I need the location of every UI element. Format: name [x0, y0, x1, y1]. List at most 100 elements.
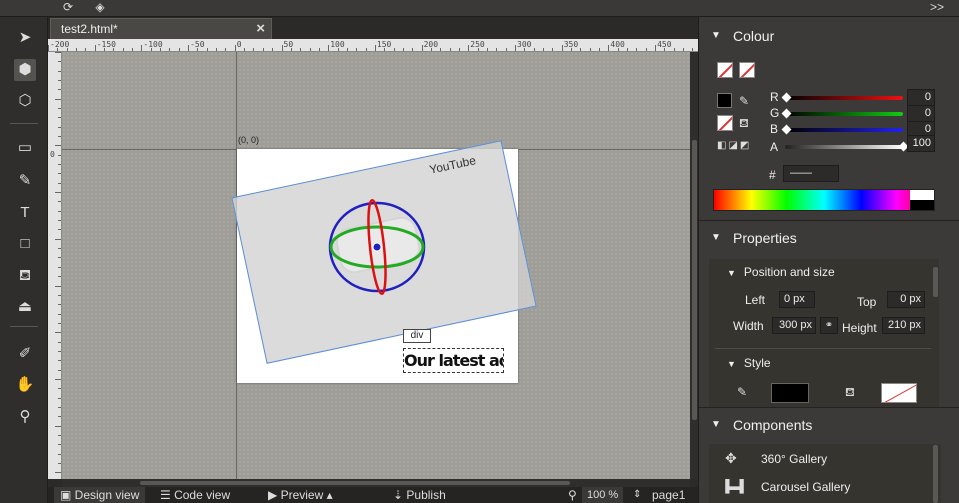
- red-label: R: [770, 90, 779, 104]
- publish-button[interactable]: ⇣ Publish: [393, 487, 446, 503]
- carousel-icon: ▐▬▌: [721, 479, 748, 493]
- preview-button[interactable]: ▶ Preview ▴: [268, 487, 333, 503]
- green-slider[interactable]: [785, 112, 903, 116]
- properties-title: Properties: [733, 230, 797, 246]
- white-swatch[interactable]: [910, 190, 934, 200]
- publish-icon: ⇣: [393, 488, 407, 502]
- preview-label: Preview: [280, 488, 324, 502]
- green-label: G: [770, 106, 780, 120]
- hex-input[interactable]: ——: [783, 165, 839, 182]
- colour-spectrum-picker[interactable]: [713, 189, 935, 211]
- height-input[interactable]: 210 px: [882, 317, 925, 334]
- tag-tool-icon[interactable]: ▭: [14, 137, 36, 159]
- component-item-360-gallery[interactable]: 360° Gallery: [761, 452, 827, 466]
- code-view-icon: ☰: [160, 488, 175, 502]
- fill-colour-swatch[interactable]: [717, 115, 733, 131]
- collapse-triangle-icon: ▼: [711, 419, 721, 430]
- blue-label: B: [770, 122, 779, 136]
- pencil-icon[interactable]: ✎: [739, 94, 749, 108]
- left-label: Left: [745, 293, 766, 307]
- pen-tool-icon[interactable]: ✎: [14, 170, 36, 192]
- rectangle-tool-icon[interactable]: □: [14, 233, 36, 255]
- vertical-scroll-thumb[interactable]: [692, 140, 697, 420]
- play-icon: ▶: [268, 488, 281, 502]
- page-selector[interactable]: page1: [652, 487, 685, 503]
- hex-label: #: [769, 168, 776, 182]
- document-tab[interactable]: test2.html* ×: [50, 18, 272, 39]
- collapse-triangle-icon: ▼: [711, 30, 721, 41]
- eyedropper-tool-icon[interactable]: ✐: [14, 343, 36, 365]
- top-toolbar: ⟳ ◈ >>: [0, 0, 959, 17]
- hand-tool-icon[interactable]: ✋: [14, 374, 36, 396]
- element-type-label: div: [403, 329, 431, 343]
- blue-slider[interactable]: [785, 128, 903, 132]
- left-input[interactable]: 0 px: [779, 291, 815, 308]
- top-input[interactable]: 0 px: [887, 291, 925, 308]
- red-slider[interactable]: [785, 96, 903, 100]
- alpha-slider[interactable]: [785, 145, 903, 149]
- swap-colours-icon[interactable]: ◧◪◩: [717, 140, 751, 151]
- properties-scroll-thumb[interactable]: [933, 267, 938, 297]
- components-scroll-thumb[interactable]: [933, 445, 938, 503]
- stroke-style-swatch[interactable]: [771, 383, 809, 403]
- link-aspect-icon[interactable]: ⚭: [820, 317, 838, 334]
- no-fill-slash: [882, 384, 916, 402]
- collapse-triangle-icon: ▼: [727, 359, 736, 369]
- cube-icon[interactable]: ◈: [90, 0, 110, 15]
- fill-bucket-icon[interactable]: ⛾: [14, 265, 36, 287]
- properties-panel: ▼ Colour ✎ ⛾ ◧◪◩ R 0 G 0 B 0 A 100 # —— ▼…: [698, 17, 959, 503]
- blue-slider-knob[interactable]: [781, 124, 792, 135]
- tool-palette: ➤ ⬢ ⬡ ▭ ✎ T □ ⛾ ⏏ ✐ ✋ ⚲: [0, 17, 48, 503]
- code-view-tab[interactable]: ☰ Code view: [160, 487, 230, 503]
- green-value-input[interactable]: 0: [907, 105, 935, 122]
- pencil-icon: ✎: [737, 385, 748, 399]
- properties-section-header[interactable]: ▼ Properties: [699, 220, 959, 256]
- stroke-none-swatch[interactable]: [739, 62, 755, 78]
- top-label: Top: [857, 295, 877, 309]
- alpha-value-input[interactable]: 100: [907, 135, 935, 152]
- fill-style-swatch[interactable]: [881, 383, 917, 403]
- zoom-stepper-icon[interactable]: ⇕: [633, 487, 641, 503]
- gallery-360-icon: ✥: [725, 450, 737, 466]
- components-section-header[interactable]: ▼ Components: [699, 407, 959, 443]
- paint-bucket-icon[interactable]: ⛾: [739, 116, 749, 132]
- horizontal-scroll-thumb[interactable]: [140, 481, 570, 485]
- width-input[interactable]: 300 px: [772, 317, 816, 334]
- stamp-tool-icon[interactable]: ⏏: [14, 296, 36, 318]
- red-slider-knob[interactable]: [781, 92, 792, 103]
- cube-tool-icon[interactable]: ⬡: [14, 90, 36, 112]
- pivot-point[interactable]: [372, 242, 382, 252]
- transform-3d-icon[interactable]: ⬢: [14, 59, 36, 81]
- expand-panels-button[interactable]: >>: [922, 0, 952, 15]
- colour-title: Colour: [733, 28, 775, 44]
- position-size-title: Position and size: [743, 265, 835, 279]
- green-slider-knob[interactable]: [781, 108, 792, 119]
- refresh-icon[interactable]: ⟳: [58, 0, 78, 15]
- style-header[interactable]: ▼ Style: [727, 356, 771, 370]
- position-size-header[interactable]: ▼ Position and size: [727, 265, 835, 279]
- fill-none-swatch[interactable]: [717, 62, 733, 78]
- text-tool-icon[interactable]: T: [14, 202, 36, 224]
- stroke-colour-swatch[interactable]: [717, 93, 732, 108]
- red-value-input[interactable]: 0: [907, 89, 935, 106]
- ad-text-element[interactable]: Our latest ad!: [403, 348, 504, 373]
- zoom-level[interactable]: 100 %: [582, 487, 624, 503]
- ruler-tick-label: 0: [50, 150, 55, 159]
- select-arrow-icon[interactable]: ➤: [14, 27, 36, 49]
- chevron-up-icon[interactable]: ▴: [323, 488, 333, 502]
- component-item-carousel-gallery[interactable]: Carousel Gallery: [761, 480, 850, 494]
- style-title: Style: [743, 356, 771, 370]
- components-title: Components: [733, 417, 813, 433]
- youtube-3d-graphic[interactable]: [320, 195, 440, 305]
- height-label: Height: [842, 321, 877, 335]
- paint-bucket-icon: ⛾: [845, 385, 855, 399]
- code-view-label: Code view: [174, 488, 231, 502]
- design-view-tab[interactable]: ▣ Design view: [54, 487, 146, 503]
- black-swatch[interactable]: [910, 200, 934, 210]
- colour-section-header[interactable]: ▼ Colour: [699, 18, 959, 54]
- close-icon[interactable]: ×: [256, 20, 265, 37]
- zoom-tool-icon[interactable]: ⚲: [14, 406, 36, 428]
- status-bar: ▣ Design view ☰ Code view ▶ Preview ▴ ⇣ …: [48, 487, 698, 503]
- origin-label: (0, 0): [238, 135, 260, 145]
- design-view-icon: ▣: [60, 488, 75, 502]
